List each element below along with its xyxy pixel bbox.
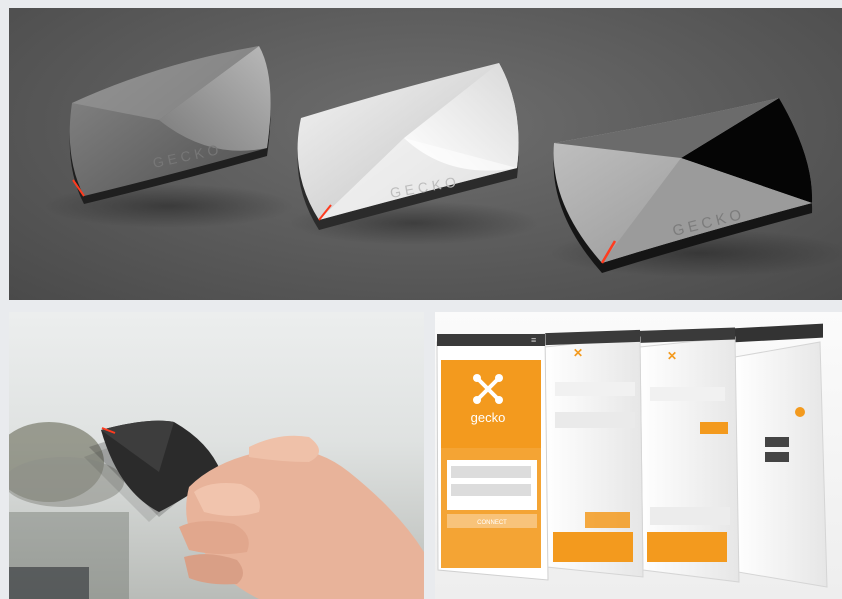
connect-button[interactable]: CONNECT [477, 520, 507, 526]
app-screen-1: ≡ gecko CONNECT [436, 333, 549, 581]
hand-holding-device-photo [9, 312, 424, 599]
app-screen-2: ✕ [544, 329, 644, 578]
menu-icon: ≡ [531, 335, 536, 345]
app-screen-4 [734, 323, 828, 588]
gecko-logo-icon: ✕ [667, 349, 677, 363]
device-dark: GECKO [44, 46, 294, 228]
device-silver: GECKO [289, 63, 539, 245]
device-trio-photo: GECKO GECKO GECKO [9, 8, 842, 300]
app-screens-collage: ✕ ✕ ≡ gecko CONNECT [435, 312, 842, 599]
device-glossy: GECKO [549, 98, 842, 277]
app-name: gecko [471, 410, 506, 425]
app-screen-3: ✕ [639, 327, 740, 583]
gecko-logo-icon-2: ✕ [573, 346, 583, 360]
